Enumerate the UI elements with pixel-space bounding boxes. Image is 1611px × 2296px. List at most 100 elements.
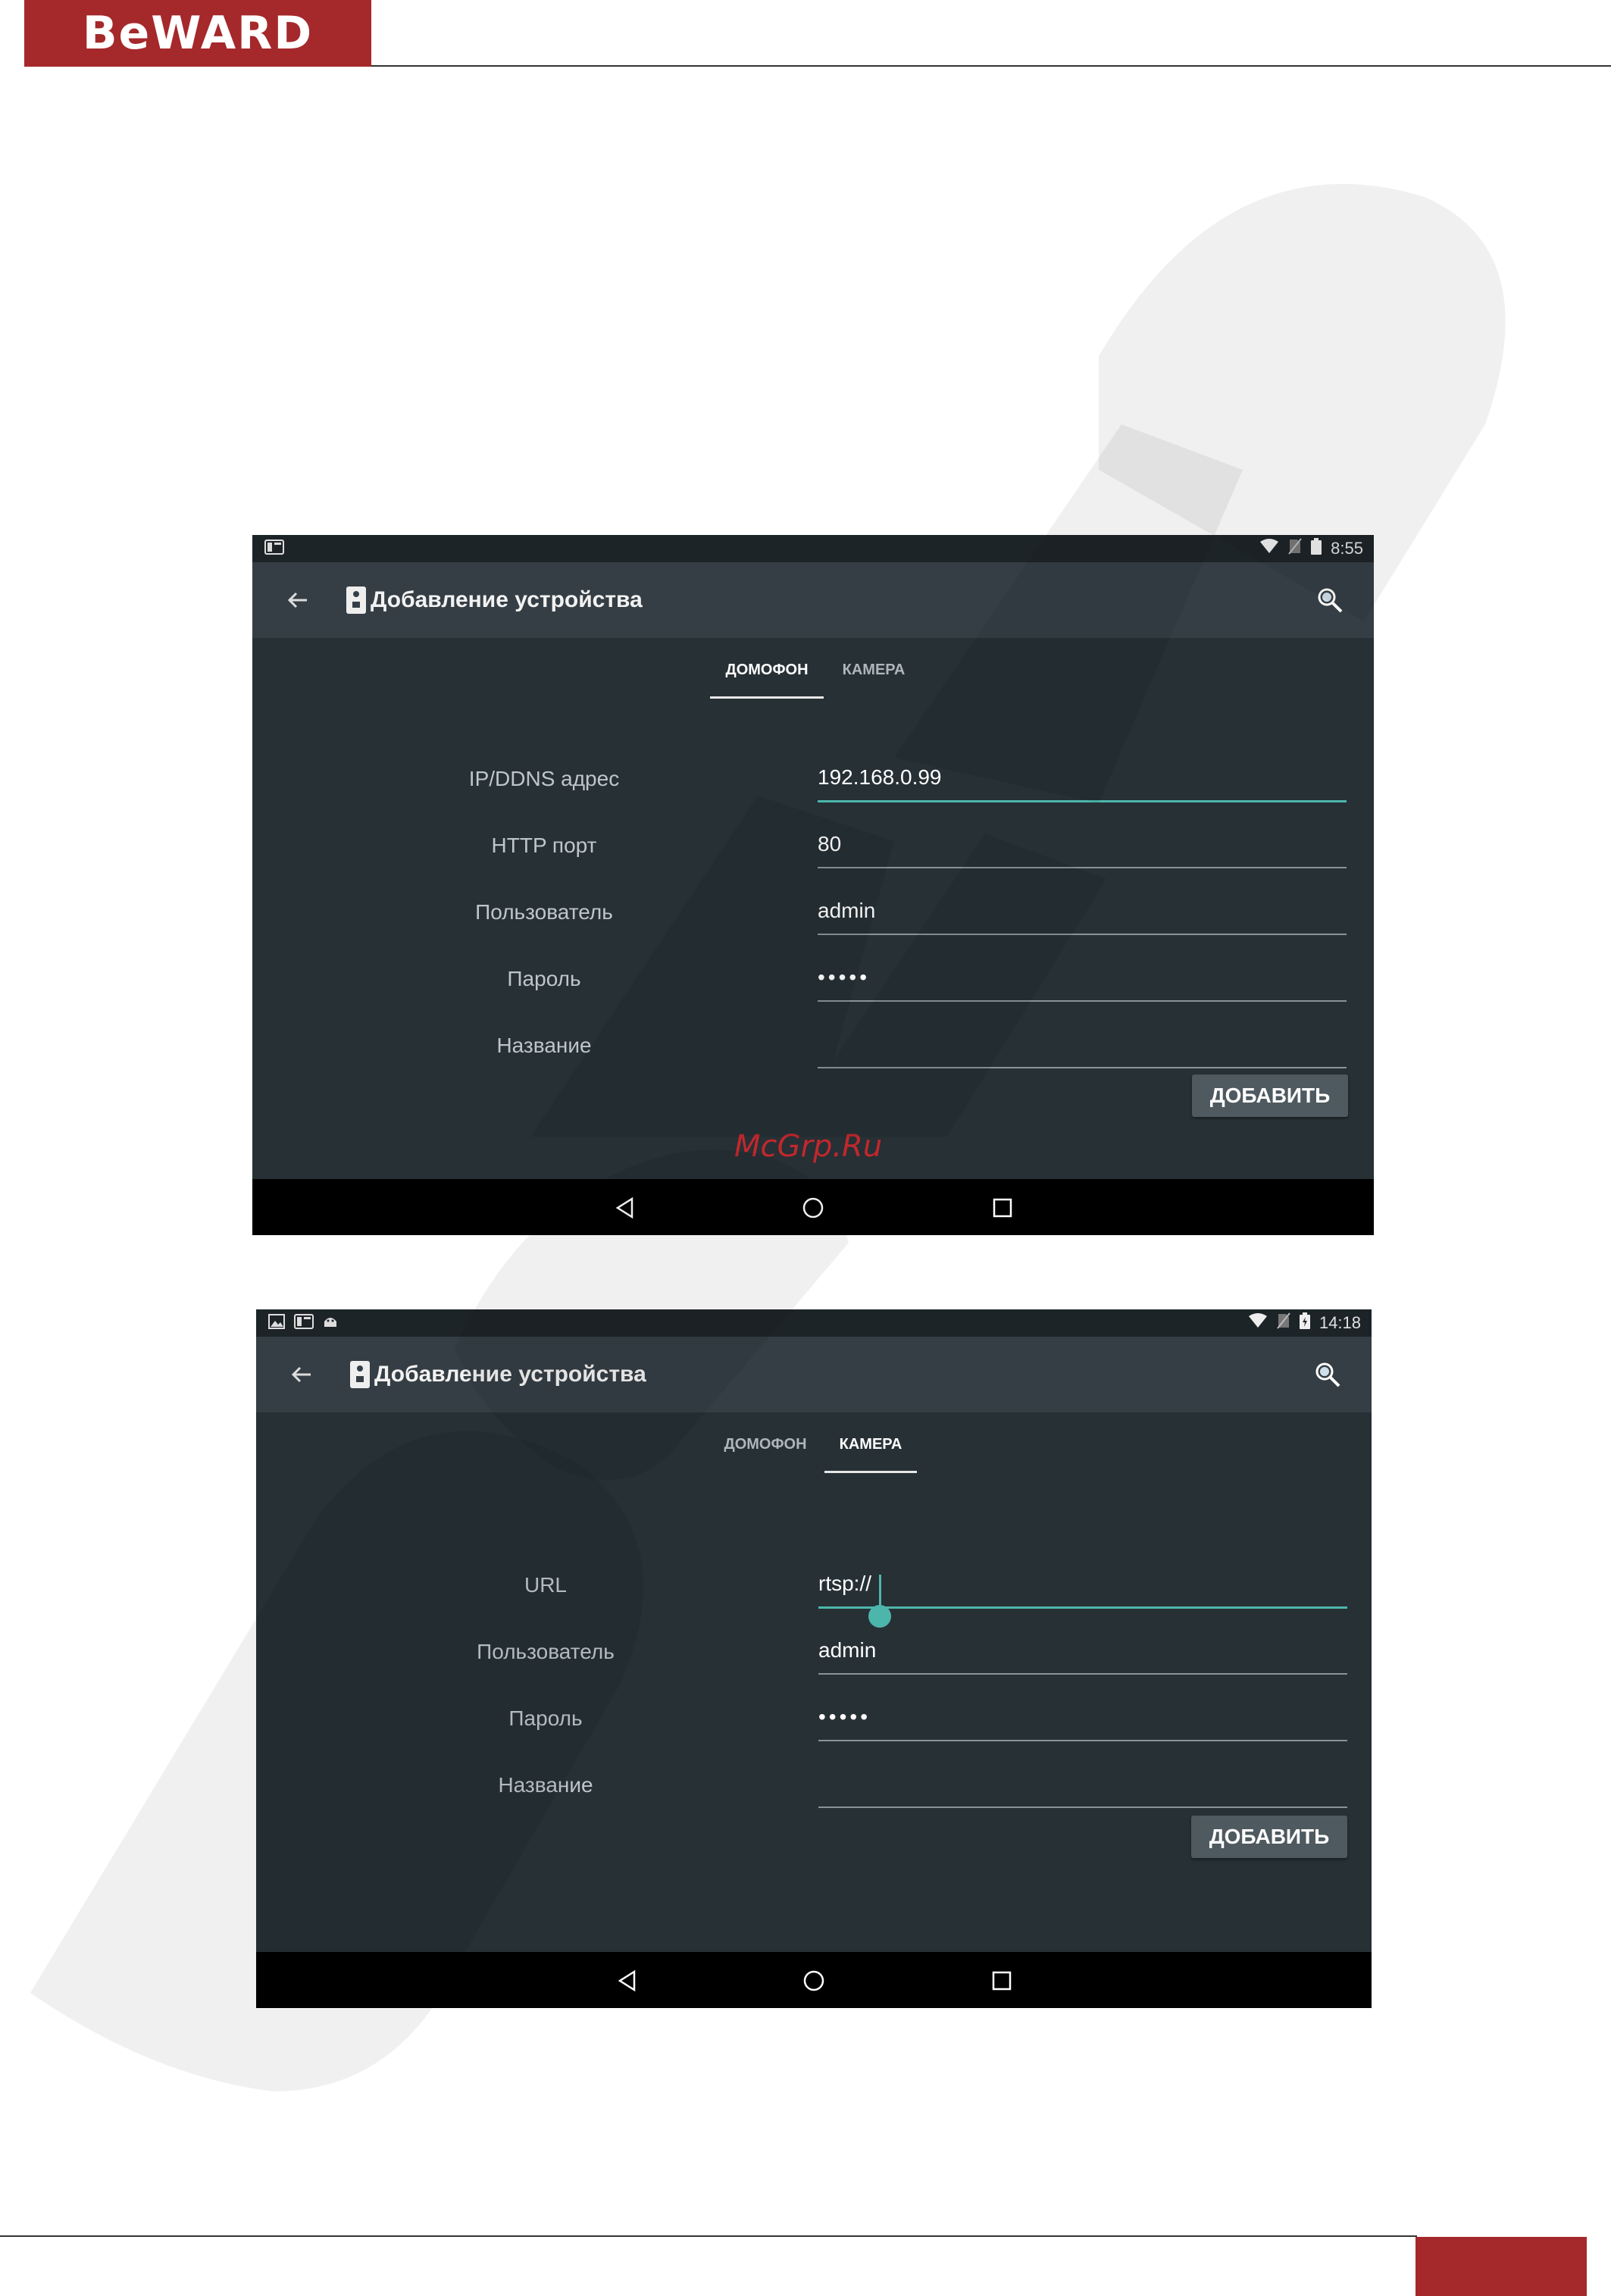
search-icon [1318, 588, 1343, 613]
back-arrow-icon [287, 592, 307, 608]
password-input[interactable]: ••••• [818, 1705, 871, 1729]
battery-charging-icon [1299, 1312, 1310, 1334]
form-row-name: Название [256, 1764, 1372, 1817]
tab-indicator [710, 696, 824, 699]
tab-bar: ДОМОФОН КАМЕРА [256, 1412, 1372, 1475]
header-rule [371, 65, 1611, 67]
nav-home-icon [803, 1970, 824, 1991]
nav-home-icon [802, 1197, 824, 1218]
navigation-bar [256, 1952, 1372, 2008]
status-time: 14:18 [1319, 1313, 1361, 1332]
nav-home-button[interactable] [799, 1966, 829, 1996]
password-label: Пароль [507, 967, 581, 990]
user-label: Пользователь [477, 1640, 615, 1663]
nav-back-button[interactable] [612, 1966, 643, 1996]
url-input[interactable]: rtsp:// [818, 1572, 871, 1596]
form-row-user: Пользователь admin [252, 891, 1374, 944]
status-bar: 14:18 [256, 1309, 1372, 1337]
brand-logo-text: BeWARD [82, 7, 314, 60]
nav-home-button[interactable] [798, 1193, 828, 1223]
tab-indicator [824, 1471, 917, 1473]
add-button[interactable]: ДОБАВИТЬ [1191, 1816, 1347, 1858]
page-title: Добавление устройства [371, 587, 643, 612]
tab-bar: ДОМОФОН КАМЕРА [252, 638, 1374, 700]
user-label: Пользователь [475, 900, 613, 924]
form-row-ip: IP/DDNS адрес 192.168.0.99 [252, 758, 1374, 811]
form-row-port: HTTP порт 80 [252, 824, 1374, 877]
text-cursor [879, 1575, 881, 1605]
ip-input[interactable]: 192.168.0.99 [818, 765, 942, 790]
back-button[interactable] [280, 582, 316, 618]
site-watermark: McGrp.Ru [734, 1129, 883, 1164]
tab-intercom[interactable]: ДОМОФОН [714, 1428, 817, 1473]
footer-rule [0, 2235, 1417, 2237]
ip-label: IP/DDNS адрес [468, 767, 620, 790]
page-number-box [1415, 2237, 1587, 2296]
user-input-underline [818, 1673, 1347, 1675]
cursor-handle[interactable] [868, 1605, 891, 1628]
battery-icon [1311, 538, 1322, 559]
image-icon [268, 1313, 285, 1333]
page-title: Добавление устройства [374, 1362, 646, 1387]
nav-back-icon [618, 1969, 636, 1992]
wifi-icon [1259, 539, 1279, 558]
brand-logo: BeWARD [24, 0, 371, 67]
name-label: Название [498, 1773, 593, 1797]
nav-recents-icon [993, 1198, 1012, 1218]
intercom-icon [350, 1361, 370, 1388]
tab-intercom-label: ДОМОФОН [724, 1436, 807, 1453]
back-arrow-icon [291, 1366, 311, 1383]
status-time: 8:55 [1331, 539, 1363, 558]
tab-intercom-label: ДОМОФОН [725, 662, 809, 678]
form-row-password: Пароль ••••• [256, 1697, 1372, 1750]
port-input[interactable]: 80 [818, 832, 841, 856]
nav-back-button[interactable] [610, 1193, 640, 1223]
add-button[interactable]: ДОБАВИТЬ [1192, 1074, 1348, 1117]
intercom-status-icon [294, 1313, 314, 1334]
name-label: Название [496, 1034, 592, 1057]
url-input-underline [818, 1606, 1347, 1609]
screenshot-camera-tab: 14:18 Добавление устройства ДОМОФОН КАМЕ… [256, 1309, 1372, 2008]
url-label: URL [524, 1573, 567, 1597]
nav-back-icon [615, 1196, 633, 1219]
tab-camera-label: КАМЕРА [839, 1436, 902, 1453]
form-row-password: Пароль ••••• [252, 958, 1374, 1011]
screenshot-intercom-tab: 8:55 Добавление устройства ДОМОФОН КАМЕР… [252, 535, 1374, 1235]
intercom-icon [346, 587, 366, 614]
nav-recents-icon [992, 1971, 1012, 1991]
nav-recents-button[interactable] [987, 1966, 1017, 1996]
intercom-status-icon [264, 539, 284, 559]
name-input-underline [818, 1067, 1347, 1068]
port-input-underline [818, 867, 1347, 868]
tab-camera-label: КАМЕРА [842, 662, 906, 678]
search-button[interactable] [1309, 1356, 1346, 1393]
search-icon [1315, 1362, 1340, 1387]
nav-recents-button[interactable] [987, 1193, 1018, 1223]
back-button[interactable] [283, 1356, 320, 1393]
password-input-underline [818, 1000, 1347, 1002]
navigation-bar [252, 1179, 1374, 1235]
tab-camera[interactable]: КАМЕРА [824, 653, 924, 699]
search-button[interactable] [1312, 582, 1348, 618]
form-row-url: URL rtsp:// [256, 1564, 1372, 1628]
form-row-name: Название [252, 1024, 1374, 1078]
password-input-underline [818, 1740, 1347, 1741]
app-bar: Добавление устройства [256, 1337, 1372, 1412]
port-label: HTTP порт [491, 834, 597, 857]
form-row-user: Пользователь admin [256, 1631, 1372, 1684]
no-sim-icon [1277, 1312, 1290, 1334]
app-bar: Добавление устройства [252, 562, 1374, 638]
user-input[interactable]: admin [818, 1638, 876, 1663]
tab-camera[interactable]: КАМЕРА [824, 1428, 917, 1473]
password-label: Пароль [508, 1706, 583, 1730]
status-bar: 8:55 [252, 535, 1374, 562]
wifi-icon [1248, 1313, 1268, 1333]
password-input[interactable]: ••••• [818, 965, 870, 990]
user-input[interactable]: admin [818, 899, 875, 923]
ip-input-underline [818, 800, 1347, 802]
tab-intercom[interactable]: ДОМОФОН [710, 653, 824, 699]
user-input-underline [818, 934, 1347, 935]
android-icon [323, 1314, 338, 1333]
no-sim-icon [1288, 538, 1302, 559]
name-input-underline [818, 1806, 1347, 1808]
